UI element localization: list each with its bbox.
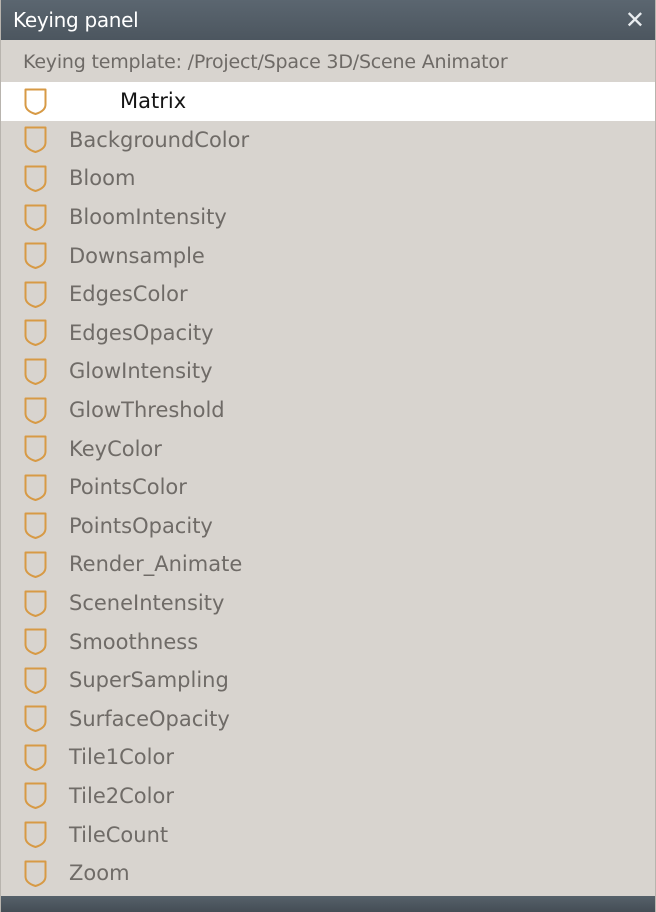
keyframe-shield-icon[interactable] bbox=[23, 87, 48, 116]
keyframe-shield-icon[interactable] bbox=[23, 357, 48, 386]
list-item-label: Downsample bbox=[69, 243, 205, 268]
list-item[interactable]: Matrix bbox=[1, 82, 655, 121]
list-item[interactable]: Tile1Color bbox=[1, 738, 655, 777]
list-item[interactable]: BackgroundColor bbox=[1, 121, 655, 160]
keyframe-shield-icon[interactable] bbox=[23, 241, 48, 270]
keyframe-shield-icon[interactable] bbox=[23, 589, 48, 618]
list-item[interactable]: EdgesOpacity bbox=[1, 314, 655, 353]
keyframe-shield-icon[interactable] bbox=[23, 550, 48, 579]
list-item[interactable]: EdgesColor bbox=[1, 275, 655, 314]
list-item-label: Bloom bbox=[69, 166, 136, 191]
list-item[interactable]: SceneIntensity bbox=[1, 584, 655, 623]
list-item-label: SuperSampling bbox=[69, 668, 229, 693]
keyframe-shield-icon[interactable] bbox=[23, 396, 48, 425]
list-item-label: Tile2Color bbox=[69, 783, 174, 808]
list-item[interactable]: Smoothness bbox=[1, 622, 655, 661]
bottom-bar bbox=[1, 896, 655, 912]
list-item[interactable]: GlowIntensity bbox=[1, 352, 655, 391]
list-item[interactable]: KeyColor bbox=[1, 429, 655, 468]
list-item-label: GlowThreshold bbox=[69, 398, 225, 423]
list-item[interactable]: SuperSampling bbox=[1, 661, 655, 700]
list-item[interactable]: GlowThreshold bbox=[1, 391, 655, 430]
keyframe-shield-icon[interactable] bbox=[23, 318, 48, 347]
list-item[interactable]: SurfaceOpacity bbox=[1, 700, 655, 739]
keyframe-shield-icon[interactable] bbox=[23, 859, 48, 888]
keyframe-shield-icon[interactable] bbox=[23, 164, 48, 193]
list-item[interactable]: PointsColor bbox=[1, 468, 655, 507]
list-item-label: Zoom bbox=[69, 861, 130, 886]
keyframe-shield-icon[interactable] bbox=[23, 203, 48, 232]
list-item-label: Matrix bbox=[120, 89, 187, 114]
keying-panel: Keying panel ✕ Keying template: /Project… bbox=[0, 0, 656, 912]
close-icon[interactable]: ✕ bbox=[625, 8, 645, 32]
list-item[interactable]: Render_Animate bbox=[1, 545, 655, 584]
list-item-label: KeyColor bbox=[69, 436, 162, 461]
title-bar[interactable]: Keying panel ✕ bbox=[1, 0, 655, 40]
list-item[interactable]: Bloom bbox=[1, 159, 655, 198]
keyframe-shield-icon[interactable] bbox=[23, 743, 48, 772]
keying-template-label: Keying template: /Project/Space 3D/Scene… bbox=[23, 51, 508, 73]
keyframe-shield-icon[interactable] bbox=[23, 434, 48, 463]
list-item[interactable]: Downsample bbox=[1, 236, 655, 275]
keyframe-shield-icon[interactable] bbox=[23, 627, 48, 656]
list-item-label: PointsOpacity bbox=[69, 513, 213, 538]
list-item-label: Render_Animate bbox=[69, 552, 243, 577]
list-item[interactable]: Zoom bbox=[1, 854, 655, 893]
keyframe-shield-icon[interactable] bbox=[23, 666, 48, 695]
keyframe-shield-icon[interactable] bbox=[23, 280, 48, 309]
list-item-label: SurfaceOpacity bbox=[69, 706, 230, 731]
list-item-label: BackgroundColor bbox=[69, 127, 250, 152]
panel-title: Keying panel bbox=[13, 8, 139, 32]
list-item-label: BloomIntensity bbox=[69, 205, 227, 230]
keyframe-shield-icon[interactable] bbox=[23, 781, 48, 810]
parameter-list: Matrix BackgroundColor Bloom BloomIntensity… bbox=[1, 82, 655, 892]
list-item[interactable]: PointsOpacity bbox=[1, 507, 655, 546]
keyframe-shield-icon[interactable] bbox=[23, 704, 48, 733]
list-item-label: GlowIntensity bbox=[69, 359, 213, 384]
list-item-label: SceneIntensity bbox=[69, 591, 225, 616]
list-item[interactable]: TileCount bbox=[1, 815, 655, 854]
keyframe-shield-icon[interactable] bbox=[23, 473, 48, 502]
keyframe-shield-icon[interactable] bbox=[23, 511, 48, 540]
list-item-label: EdgesColor bbox=[69, 282, 188, 307]
list-item[interactable]: BloomIntensity bbox=[1, 198, 655, 237]
list-item-label: Tile1Color bbox=[69, 745, 174, 770]
list-item[interactable]: Tile2Color bbox=[1, 777, 655, 816]
list-item-label: PointsColor bbox=[69, 475, 187, 500]
keyframe-shield-icon[interactable] bbox=[23, 125, 48, 154]
list-item-label: TileCount bbox=[69, 822, 169, 847]
list-item-label: Smoothness bbox=[69, 629, 199, 654]
keyframe-shield-icon[interactable] bbox=[23, 820, 48, 849]
list-item-label: EdgesOpacity bbox=[69, 320, 214, 345]
